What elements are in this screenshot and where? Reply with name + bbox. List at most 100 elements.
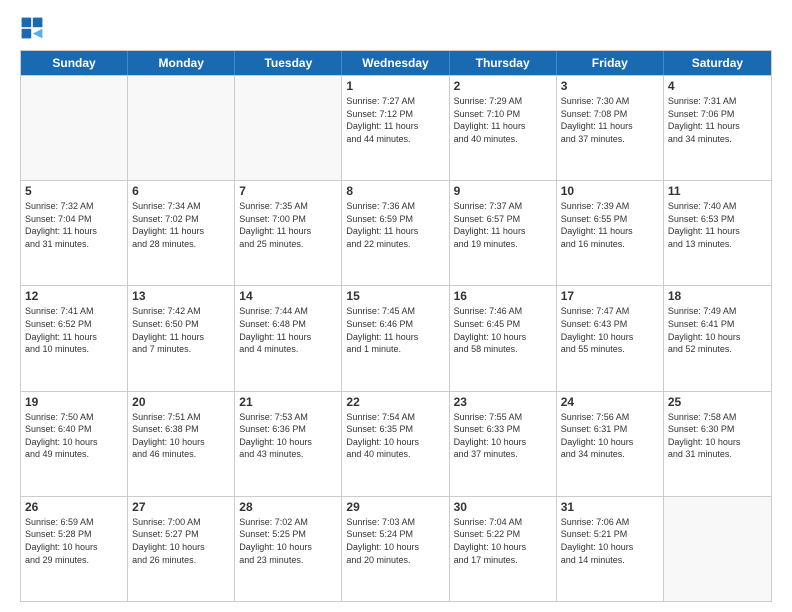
calendar-body: 1 Sunrise: 7:27 AM Sunset: 7:12 PM Daylig…	[21, 75, 771, 601]
cal-header-wednesday: Wednesday	[342, 51, 449, 75]
day-number: 9	[454, 184, 552, 198]
day-number: 23	[454, 395, 552, 409]
cell-info: Sunrise: 7:32 AM Sunset: 7:04 PM Dayligh…	[25, 200, 123, 250]
logo-icon	[20, 16, 44, 40]
cal-cell-day-16: 16Sunrise: 7:46 AM Sunset: 6:45 PM Dayli…	[450, 286, 557, 390]
cell-info: Sunrise: 7:50 AM Sunset: 6:40 PM Dayligh…	[25, 411, 123, 461]
cal-cell-empty	[21, 76, 128, 180]
logo	[20, 16, 48, 40]
day-number: 22	[346, 395, 444, 409]
cal-cell-day-1: 1 Sunrise: 7:27 AM Sunset: 7:12 PM Daylig…	[342, 76, 449, 180]
day-number: 2	[454, 79, 552, 93]
cal-cell-day-30: 30 Sunrise: 7:04 AM Sunset: 5:22 PM Dayli…	[450, 497, 557, 601]
cal-header-thursday: Thursday	[450, 51, 557, 75]
cal-cell-day-7: 7 Sunrise: 7:35 AM Sunset: 7:00 PM Daylig…	[235, 181, 342, 285]
day-number: 21	[239, 395, 337, 409]
day-number: 16	[454, 289, 552, 303]
cal-cell-day-12: 12Sunrise: 7:41 AM Sunset: 6:52 PM Dayli…	[21, 286, 128, 390]
cell-info: Sunrise: 7:02 AM Sunset: 5:25 PM Dayligh…	[239, 516, 337, 566]
day-number: 8	[346, 184, 444, 198]
day-number: 15	[346, 289, 444, 303]
cal-cell-day-3: 3 Sunrise: 7:30 AM Sunset: 7:08 PM Daylig…	[557, 76, 664, 180]
day-number: 28	[239, 500, 337, 514]
cal-cell-day-18: 18 Sunrise: 7:49 AM Sunset: 6:41 PM Dayli…	[664, 286, 771, 390]
day-number: 19	[25, 395, 123, 409]
day-number: 7	[239, 184, 337, 198]
cell-info: Sunrise: 7:55 AM Sunset: 6:33 PM Dayligh…	[454, 411, 552, 461]
cal-cell-day-20: 20Sunrise: 7:51 AM Sunset: 6:38 PM Dayli…	[128, 392, 235, 496]
cal-cell-day-29: 29 Sunrise: 7:03 AM Sunset: 5:24 PM Dayli…	[342, 497, 449, 601]
cal-cell-day-28: 28 Sunrise: 7:02 AM Sunset: 5:25 PM Dayli…	[235, 497, 342, 601]
cal-cell-day-24: 24 Sunrise: 7:56 AM Sunset: 6:31 PM Dayli…	[557, 392, 664, 496]
cal-header-friday: Friday	[557, 51, 664, 75]
cal-cell-day-14: 14 Sunrise: 7:44 AM Sunset: 6:48 PM Dayli…	[235, 286, 342, 390]
day-number: 18	[668, 289, 767, 303]
cal-cell-empty	[235, 76, 342, 180]
day-number: 29	[346, 500, 444, 514]
cell-info: Sunrise: 7:53 AM Sunset: 6:36 PM Dayligh…	[239, 411, 337, 461]
cell-info: Sunrise: 7:04 AM Sunset: 5:22 PM Dayligh…	[454, 516, 552, 566]
cell-info: Sunrise: 7:30 AM Sunset: 7:08 PM Dayligh…	[561, 95, 659, 145]
cell-info: Sunrise: 7:36 AM Sunset: 6:59 PM Dayligh…	[346, 200, 444, 250]
cell-info: Sunrise: 7:49 AM Sunset: 6:41 PM Dayligh…	[668, 305, 767, 355]
day-number: 24	[561, 395, 659, 409]
cal-cell-day-21: 21 Sunrise: 7:53 AM Sunset: 6:36 PM Dayli…	[235, 392, 342, 496]
cal-header-sunday: Sunday	[21, 51, 128, 75]
cal-cell-day-25: 25Sunrise: 7:58 AM Sunset: 6:30 PM Dayli…	[664, 392, 771, 496]
cell-info: Sunrise: 7:58 AM Sunset: 6:30 PM Dayligh…	[668, 411, 767, 461]
cal-week-3: 12Sunrise: 7:41 AM Sunset: 6:52 PM Dayli…	[21, 285, 771, 390]
day-number: 1	[346, 79, 444, 93]
cal-cell-day-15: 15 Sunrise: 7:45 AM Sunset: 6:46 PM Dayli…	[342, 286, 449, 390]
day-number: 30	[454, 500, 552, 514]
day-number: 14	[239, 289, 337, 303]
cell-info: Sunrise: 7:03 AM Sunset: 5:24 PM Dayligh…	[346, 516, 444, 566]
cell-info: Sunrise: 7:56 AM Sunset: 6:31 PM Dayligh…	[561, 411, 659, 461]
cal-cell-day-9: 9 Sunrise: 7:37 AM Sunset: 6:57 PM Daylig…	[450, 181, 557, 285]
cell-info: Sunrise: 7:47 AM Sunset: 6:43 PM Dayligh…	[561, 305, 659, 355]
calendar: SundayMondayTuesdayWednesdayThursdayFrid…	[20, 50, 772, 602]
calendar-header-row: SundayMondayTuesdayWednesdayThursdayFrid…	[21, 51, 771, 75]
day-number: 6	[132, 184, 230, 198]
cell-info: Sunrise: 7:39 AM Sunset: 6:55 PM Dayligh…	[561, 200, 659, 250]
cell-info: Sunrise: 7:35 AM Sunset: 7:00 PM Dayligh…	[239, 200, 337, 250]
cell-info: Sunrise: 7:45 AM Sunset: 6:46 PM Dayligh…	[346, 305, 444, 355]
cell-info: Sunrise: 7:06 AM Sunset: 5:21 PM Dayligh…	[561, 516, 659, 566]
day-number: 5	[25, 184, 123, 198]
cal-cell-day-8: 8 Sunrise: 7:36 AM Sunset: 6:59 PM Daylig…	[342, 181, 449, 285]
cal-cell-empty	[128, 76, 235, 180]
day-number: 11	[668, 184, 767, 198]
cell-info: Sunrise: 7:37 AM Sunset: 6:57 PM Dayligh…	[454, 200, 552, 250]
cal-cell-day-5: 5 Sunrise: 7:32 AM Sunset: 7:04 PM Daylig…	[21, 181, 128, 285]
cal-cell-empty	[664, 497, 771, 601]
cal-cell-day-26: 26 Sunrise: 6:59 AM Sunset: 5:28 PM Dayli…	[21, 497, 128, 601]
cal-cell-day-2: 2 Sunrise: 7:29 AM Sunset: 7:10 PM Daylig…	[450, 76, 557, 180]
cell-info: Sunrise: 7:00 AM Sunset: 5:27 PM Dayligh…	[132, 516, 230, 566]
cal-cell-day-13: 13 Sunrise: 7:42 AM Sunset: 6:50 PM Dayli…	[128, 286, 235, 390]
day-number: 3	[561, 79, 659, 93]
cal-cell-day-4: 4Sunrise: 7:31 AM Sunset: 7:06 PM Daylig…	[664, 76, 771, 180]
cal-week-4: 19 Sunrise: 7:50 AM Sunset: 6:40 PM Dayli…	[21, 391, 771, 496]
cal-cell-day-17: 17Sunrise: 7:47 AM Sunset: 6:43 PM Dayli…	[557, 286, 664, 390]
cell-info: Sunrise: 7:29 AM Sunset: 7:10 PM Dayligh…	[454, 95, 552, 145]
cell-info: Sunrise: 7:40 AM Sunset: 6:53 PM Dayligh…	[668, 200, 767, 250]
cell-info: Sunrise: 7:44 AM Sunset: 6:48 PM Dayligh…	[239, 305, 337, 355]
cal-week-5: 26 Sunrise: 6:59 AM Sunset: 5:28 PM Dayli…	[21, 496, 771, 601]
day-number: 12	[25, 289, 123, 303]
cell-info: Sunrise: 7:34 AM Sunset: 7:02 PM Dayligh…	[132, 200, 230, 250]
day-number: 10	[561, 184, 659, 198]
cell-info: Sunrise: 6:59 AM Sunset: 5:28 PM Dayligh…	[25, 516, 123, 566]
cell-info: Sunrise: 7:27 AM Sunset: 7:12 PM Dayligh…	[346, 95, 444, 145]
cal-cell-day-11: 11 Sunrise: 7:40 AM Sunset: 6:53 PM Dayli…	[664, 181, 771, 285]
day-number: 26	[25, 500, 123, 514]
cell-info: Sunrise: 7:54 AM Sunset: 6:35 PM Dayligh…	[346, 411, 444, 461]
cal-cell-day-23: 23 Sunrise: 7:55 AM Sunset: 6:33 PM Dayli…	[450, 392, 557, 496]
day-number: 4	[668, 79, 767, 93]
day-number: 27	[132, 500, 230, 514]
day-number: 13	[132, 289, 230, 303]
cal-cell-day-6: 6 Sunrise: 7:34 AM Sunset: 7:02 PM Daylig…	[128, 181, 235, 285]
cell-info: Sunrise: 7:42 AM Sunset: 6:50 PM Dayligh…	[132, 305, 230, 355]
cal-cell-day-27: 27 Sunrise: 7:00 AM Sunset: 5:27 PM Dayli…	[128, 497, 235, 601]
cal-cell-day-10: 10 Sunrise: 7:39 AM Sunset: 6:55 PM Dayli…	[557, 181, 664, 285]
cal-header-saturday: Saturday	[664, 51, 771, 75]
cell-info: Sunrise: 7:51 AM Sunset: 6:38 PM Dayligh…	[132, 411, 230, 461]
